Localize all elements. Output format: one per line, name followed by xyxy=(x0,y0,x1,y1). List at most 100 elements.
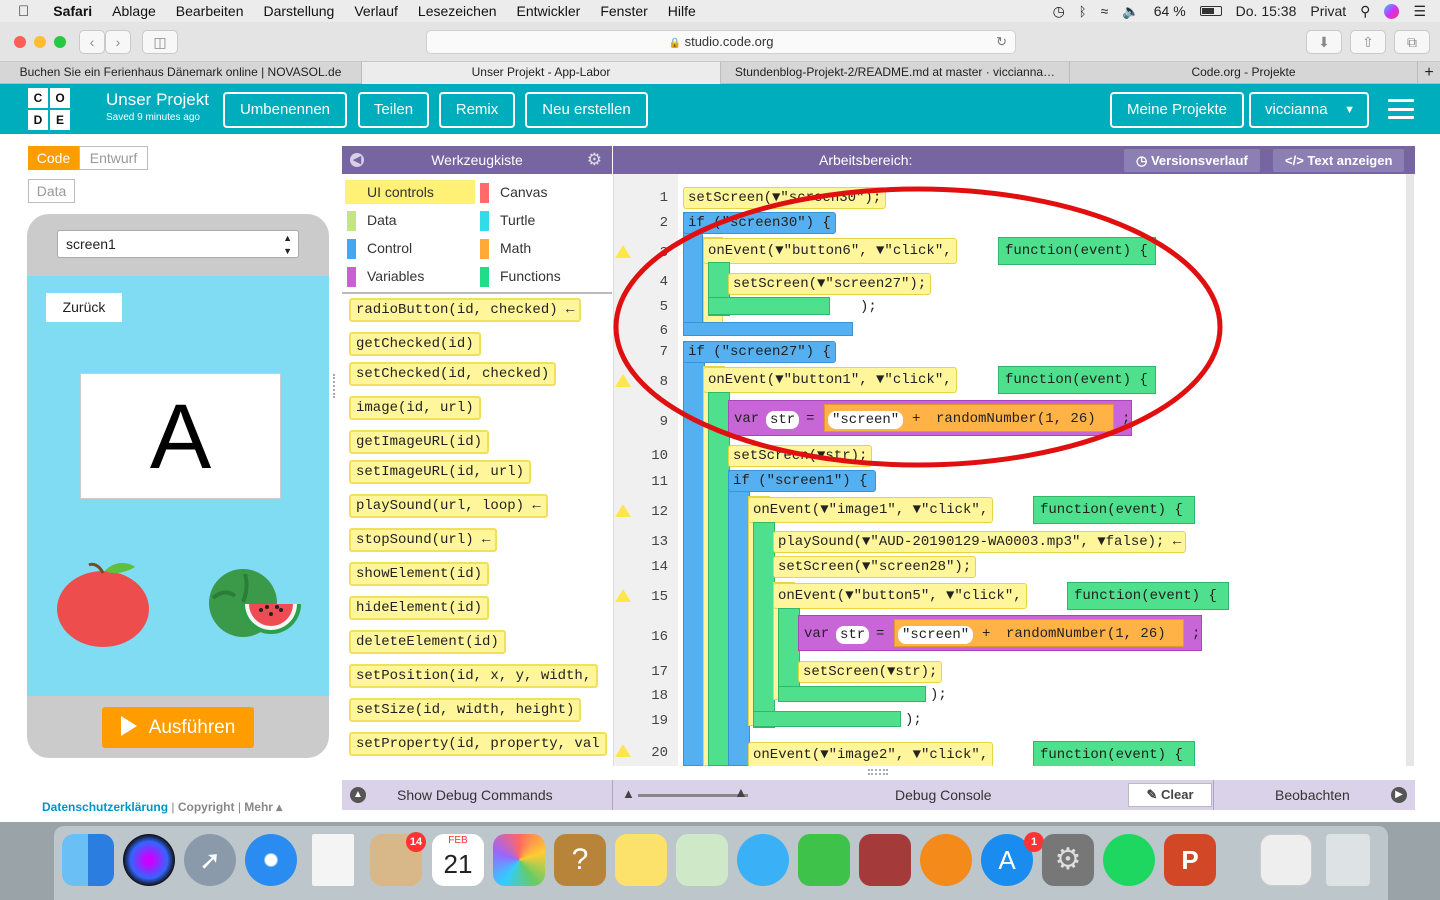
tab-novasol[interactable]: Buchen Sie ein Ferienhaus Dänemark onlin… xyxy=(0,62,362,84)
clear-button[interactable]: ✎ Clear xyxy=(1128,783,1212,807)
share-button[interactable]: Teilen xyxy=(358,92,429,128)
code-mode-toggle[interactable]: Code xyxy=(28,146,79,170)
menu-hilfe[interactable]: Hilfe xyxy=(658,3,706,19)
tab-codeorg-projects[interactable]: Code.org - Projekte xyxy=(1070,62,1418,84)
siri-icon[interactable] xyxy=(123,834,175,886)
system-preferences-icon[interactable]: ⚙ xyxy=(1042,834,1094,886)
back-icon[interactable]: ‹ xyxy=(79,30,105,54)
screen-select[interactable]: screen1 ▲ ▼ xyxy=(57,230,299,258)
photo-booth-icon[interactable] xyxy=(859,834,911,886)
function-block[interactable]: function(event) { xyxy=(1036,500,1187,520)
notification-center-icon[interactable]: ☰ xyxy=(1413,3,1426,20)
code-block[interactable]: setScreen(▼"screen28"); xyxy=(773,556,977,578)
user-menu[interactable]: Privat xyxy=(1310,3,1346,19)
event-block[interactable]: onEvent(▼"image2", ▼"click", xyxy=(748,742,994,766)
category-item[interactable]: Canvas xyxy=(480,181,547,203)
category-item[interactable]: Data xyxy=(347,209,397,231)
minimize-window-button[interactable] xyxy=(34,36,46,48)
photos-icon[interactable] xyxy=(493,834,545,886)
gear-icon[interactable]: ⚙ xyxy=(587,146,602,174)
expand-debug-icon[interactable]: ▲ xyxy=(350,787,366,803)
forward-icon[interactable]: › xyxy=(105,30,131,54)
function-block[interactable]: function(event) { xyxy=(1036,745,1187,765)
trash-icon[interactable] xyxy=(1326,834,1370,886)
menu-verlauf[interactable]: Verlauf xyxy=(344,3,408,19)
show-text-button[interactable]: </> Text anzeigen xyxy=(1273,149,1405,172)
clock[interactable]: Do. 15:38 xyxy=(1236,3,1297,19)
design-mode-toggle[interactable]: Entwurf xyxy=(79,146,148,170)
rename-button[interactable]: Umbenennen xyxy=(223,92,347,128)
menu-bearbeiten[interactable]: Bearbeiten xyxy=(166,3,254,19)
show-debug-commands[interactable]: Show Debug Commands xyxy=(397,787,553,803)
category-item[interactable]: UI controls xyxy=(347,181,434,203)
watermelon-icon-image[interactable] xyxy=(205,568,303,638)
apple-icon[interactable]:  xyxy=(0,3,43,20)
workspace-scrollbar[interactable] xyxy=(1406,174,1414,766)
privacy-link[interactable]: Datenschutzerklärung xyxy=(30,800,168,814)
event-block[interactable]: onEvent(▼"button5", ▼"click", xyxy=(773,583,1027,609)
presentation-file-icon[interactable] xyxy=(1260,834,1312,886)
toolbox-block[interactable]: getImageURL(id) xyxy=(349,430,490,454)
wifi-icon[interactable]: ≈ xyxy=(1101,3,1109,19)
tabs-overview-icon[interactable]: ⧉ xyxy=(1394,30,1430,54)
var-name-field[interactable]: str xyxy=(836,626,870,644)
sidebar-icon[interactable]: ◫ xyxy=(142,30,178,54)
category-item[interactable]: Turtle xyxy=(480,209,535,231)
toolbox-block[interactable]: getChecked(id) xyxy=(349,332,481,356)
code-block[interactable]: playSound(▼"AUD-20190129-WA0003.mp3", ▼f… xyxy=(773,531,1187,553)
codeorg-logo[interactable]: CODE xyxy=(28,88,70,130)
bluetooth-icon[interactable]: ᛒ xyxy=(1079,4,1087,19)
collapse-watch-icon[interactable]: ▶ xyxy=(1391,787,1407,803)
calendar-icon[interactable]: FEB 21 xyxy=(432,834,484,886)
toolbox-block[interactable]: setChecked(id, checked) xyxy=(349,362,557,386)
messages-icon[interactable] xyxy=(737,834,789,886)
spotlight-icon[interactable]: ⚲ xyxy=(1360,3,1370,20)
zoom-window-button[interactable] xyxy=(54,36,66,48)
address-bar[interactable]: 🔒 studio.code.org ↻ xyxy=(426,30,1016,54)
spotify-icon[interactable] xyxy=(1103,834,1155,886)
time-machine-icon[interactable]: ◷ xyxy=(1053,3,1065,20)
toolbox-block[interactable]: image(id, url) xyxy=(349,396,481,420)
resize-handle-icon[interactable] xyxy=(868,769,888,775)
apple-icon-image[interactable] xyxy=(55,559,151,649)
more-link[interactable]: Mehr ▴ xyxy=(244,800,282,814)
finder-icon[interactable] xyxy=(62,834,114,886)
toolbox-block[interactable]: stopSound(url) ← xyxy=(349,528,498,552)
category-item[interactable]: Control xyxy=(347,237,412,259)
downloads-icon[interactable]: ⬇ xyxy=(1306,30,1342,54)
toolbox-block[interactable]: setImageURL(id, url) xyxy=(349,460,532,484)
toolbox-block[interactable]: setSize(id, width, height) xyxy=(349,698,582,722)
random-number-block[interactable]: randomNumber(1, 26) xyxy=(1002,624,1170,644)
toolbox-block[interactable]: setPosition(id, x, y, width, xyxy=(349,664,599,688)
collapse-toolbox-icon[interactable]: ◀ xyxy=(350,153,364,167)
menu-ablage[interactable]: Ablage xyxy=(102,3,166,19)
menu-darstellung[interactable]: Darstellung xyxy=(253,3,344,19)
code-block[interactable]: setScreen(▼str); xyxy=(798,661,943,683)
books-icon[interactable] xyxy=(920,834,972,886)
maps-icon[interactable] xyxy=(676,834,728,886)
volume-icon[interactable]: 🔈 xyxy=(1122,3,1139,20)
string-field[interactable]: "screen" xyxy=(898,626,974,644)
run-button[interactable]: Ausführen xyxy=(102,707,254,748)
letter-image[interactable]: A xyxy=(80,373,281,499)
version-history-button[interactable]: ◷ Versionsverlauf xyxy=(1124,149,1260,172)
menu-entwickler[interactable]: Entwickler xyxy=(507,3,591,19)
tab-app-lab[interactable]: Unser Projekt - App-Labor xyxy=(362,62,721,84)
toolbox-block[interactable]: playSound(url, loop) ← xyxy=(349,494,548,518)
toolbox-block[interactable]: setProperty(id, property, val xyxy=(349,732,607,756)
hamburger-menu-icon[interactable] xyxy=(1388,99,1414,119)
remix-button[interactable]: Remix xyxy=(439,92,515,128)
siri-icon[interactable] xyxy=(1384,3,1400,19)
user-dropdown[interactable]: viccianna ▼ xyxy=(1249,92,1369,128)
new-tab-icon[interactable]: + xyxy=(1418,62,1440,84)
share-icon[interactable]: ⇧ xyxy=(1350,30,1386,54)
toolbox-block[interactable]: radioButton(id, checked) ← xyxy=(349,298,582,322)
tab-github[interactable]: Stundenblog-Projekt-2/README.md at maste… xyxy=(721,62,1070,84)
document-icon[interactable] xyxy=(312,834,354,886)
battery-percent[interactable]: 64 % xyxy=(1154,3,1186,19)
copyright-link[interactable]: Copyright xyxy=(178,800,235,814)
category-item[interactable]: Functions xyxy=(480,265,561,287)
function-block[interactable]: function(event) { xyxy=(1070,586,1221,606)
reload-icon[interactable]: ↻ xyxy=(996,31,1007,53)
toolbox-block[interactable]: hideElement(id) xyxy=(349,596,490,620)
